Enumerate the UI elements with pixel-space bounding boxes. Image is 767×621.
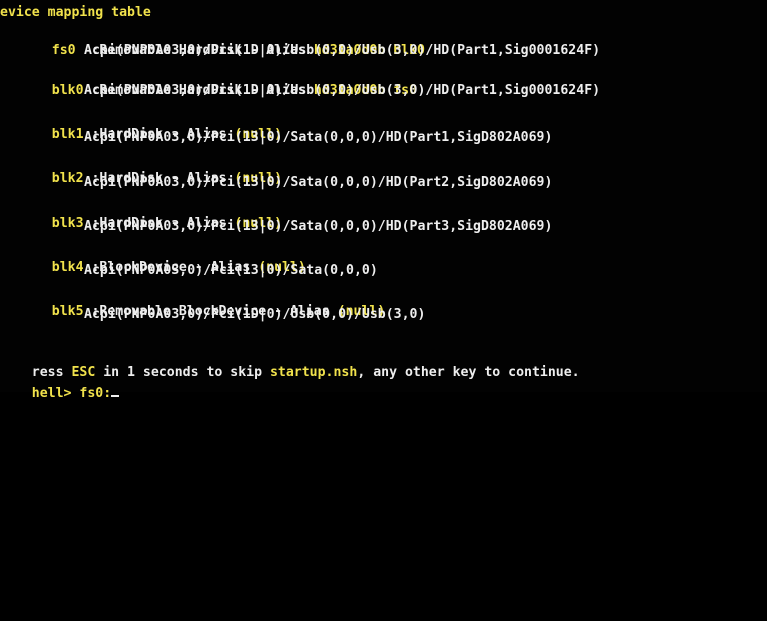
mapping-row-blk1: blk1 :HardDisk - Alias (null) (20, 110, 282, 142)
mapping-row-blk4: blk4 :BlockDevice - Alias (null) (20, 243, 306, 275)
device-path: Acpi(PNP0A03,0)/Pci(13|0)/Sata(0,0,0)/HD… (84, 219, 553, 234)
device-path: Acpi(PNP0A03,0)/Pci(1D|0)/Usb(0,0)/Usb(3… (84, 83, 601, 98)
device-path: Acpi(PNP0A03,0)/Pci(1D|0)/Usb(0,0)/Usb(3… (84, 43, 601, 58)
startup-script-name: startup.nsh (269, 364, 358, 380)
press-suffix-text: , any other key to continue. (357, 364, 580, 380)
device-name: blk0 (51, 82, 84, 98)
device-path: Acpi(PNP0A03,0)/Pci(13|0)/Sata(0,0,0)/HD… (84, 130, 553, 145)
mapping-row-blk2: blk2 :HardDisk - Alias (null) (20, 154, 282, 186)
mapping-row-blk3: blk3 :HardDisk - Alias (null) (20, 199, 282, 231)
device-path: Acpi(PNP0A03,0)/Pci(13|0)/Sata(0,0,0)/HD… (84, 175, 553, 190)
startup-countdown-message: ress ESC in 1 seconds to skip startup.ns… (0, 348, 580, 380)
mapping-row-blk5: blk5 :Removable BlockDevice - Alias (nul… (20, 287, 386, 319)
mapping-row-blk0: blk0 :Removable HardDisk - Alias hd31a0d… (20, 66, 417, 98)
text-cursor (111, 394, 120, 397)
shell-prompt: hell> (31, 385, 80, 401)
device-name: blk4 (51, 259, 84, 275)
device-name: fs0 (51, 42, 76, 58)
press-middle-text: in 1 seconds to skip (95, 364, 270, 380)
device-name: blk1 (51, 126, 84, 142)
uefi-shell-screen[interactable]: evice mapping table fs0 :Removable HardD… (0, 0, 767, 401)
device-path: Acpi(PNP0A03,0)/Pci(13|0)/Sata(0,0,0) (84, 263, 378, 278)
device-name: blk3 (51, 215, 84, 231)
device-path: Acpi(PNP0A03,0)/Pci(1D|0)/Usb(0,0)/Usb(3… (84, 307, 426, 322)
device-name: blk5 (51, 303, 84, 319)
mapping-row-fs0: fs0 :Removable HardDisk - Alias hd31a0d0… (20, 26, 425, 58)
device-name: blk2 (51, 170, 84, 186)
command-input[interactable]: fs0: (79, 386, 111, 401)
mapping-table-header: evice mapping table (0, 5, 151, 20)
shell-prompt-line[interactable]: hell> fs0: (0, 369, 120, 401)
